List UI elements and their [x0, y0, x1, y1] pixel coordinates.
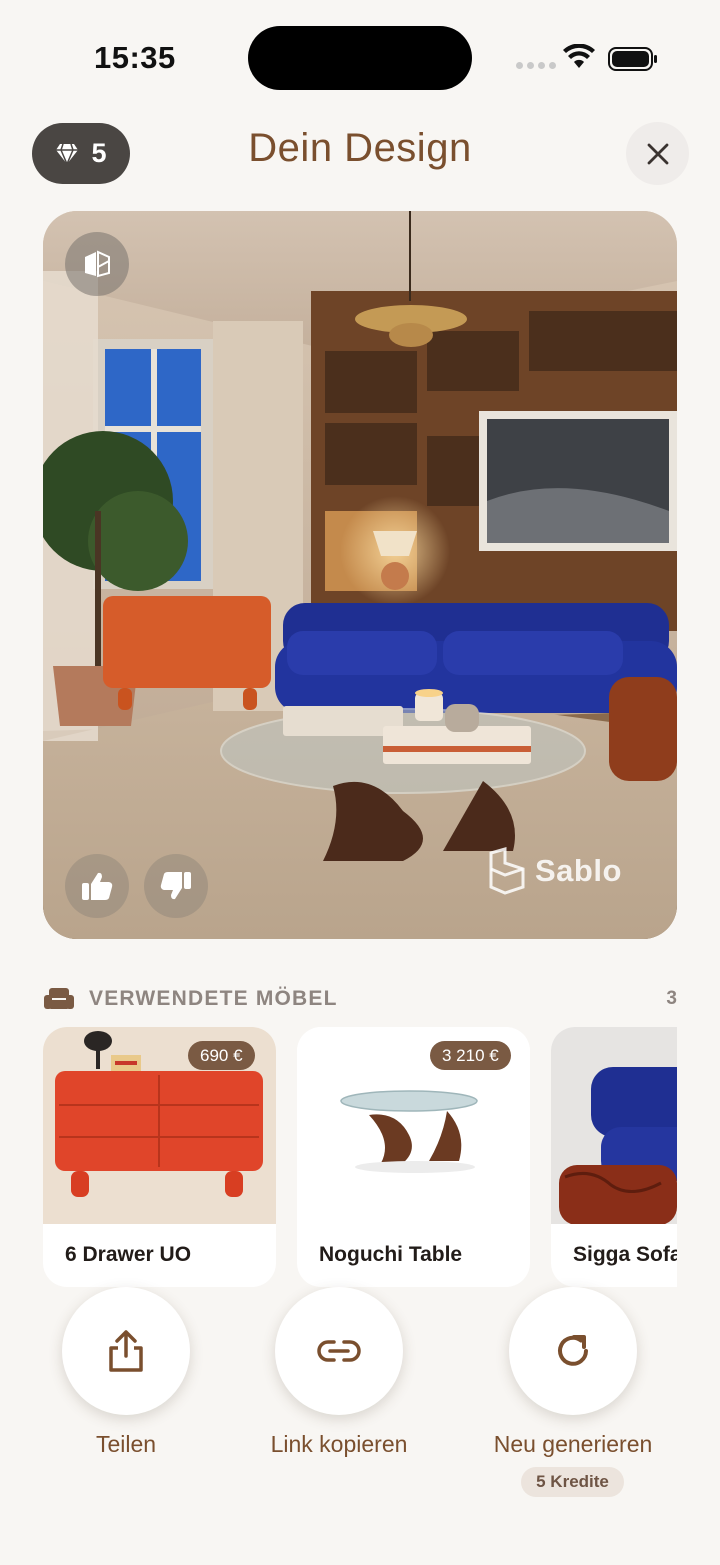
status-bar: 15:35	[0, 0, 720, 110]
compare-button[interactable]	[65, 232, 129, 296]
watermark-text: Sablo	[535, 853, 622, 888]
section-title: VERWENDETE MÖBEL	[89, 987, 338, 1010]
product-card[interactable]: 690 € 6 Drawer UO	[43, 1027, 276, 1287]
share-label: Teilen	[95, 1431, 157, 1457]
product-name: Sigga Sofa	[573, 1243, 677, 1266]
like-button[interactable]	[65, 854, 129, 918]
close-button[interactable]	[626, 122, 689, 185]
living-room-render	[43, 211, 677, 939]
furniture-carousel[interactable]: 690 € 6 Drawer UO 3 210 € Noguchi Table …	[43, 1027, 677, 1287]
wifi-icon	[563, 44, 595, 68]
thumbs-down-icon	[160, 872, 191, 900]
copy-link-label: Link kopieren	[270, 1431, 408, 1457]
battery-icon	[608, 47, 657, 71]
design-image[interactable]: Sablo	[43, 211, 677, 939]
compare-split-icon	[85, 250, 110, 278]
price-badge: 3 210 €	[430, 1041, 511, 1070]
dynamic-island	[248, 26, 472, 90]
refresh-icon	[558, 1335, 588, 1366]
status-time: 15:35	[94, 40, 176, 75]
watermark: Sablo	[487, 847, 622, 895]
page-title: Dein Design	[248, 126, 472, 170]
price-badge: 690 €	[188, 1041, 255, 1070]
link-icon	[317, 1340, 361, 1362]
product-card[interactable]: 3 210 € Noguchi Table	[297, 1027, 530, 1287]
regenerate-button[interactable]	[509, 1287, 637, 1415]
furniture-section-header: VERWENDETE MÖBEL 3	[43, 982, 677, 1016]
cellular-signal-icon	[516, 62, 556, 69]
product-name: 6 Drawer UO	[65, 1243, 192, 1266]
regenerate-cost-badge: 5 Kredite	[521, 1467, 624, 1497]
sablo-logo-icon	[489, 847, 525, 895]
close-icon	[647, 143, 668, 164]
regenerate-label: Neu generieren	[493, 1431, 653, 1457]
dislike-button[interactable]	[144, 854, 208, 918]
share-icon	[109, 1330, 143, 1372]
thumbs-up-icon	[82, 872, 113, 900]
share-button[interactable]	[62, 1287, 190, 1415]
product-image-sofa	[551, 1027, 677, 1224]
product-card[interactable]: Sigga Sofa	[551, 1027, 677, 1287]
product-name: Noguchi Table	[319, 1243, 463, 1266]
section-count: 3	[666, 988, 677, 1009]
copy-link-button[interactable]	[275, 1287, 403, 1415]
sofa-icon	[44, 988, 74, 1009]
